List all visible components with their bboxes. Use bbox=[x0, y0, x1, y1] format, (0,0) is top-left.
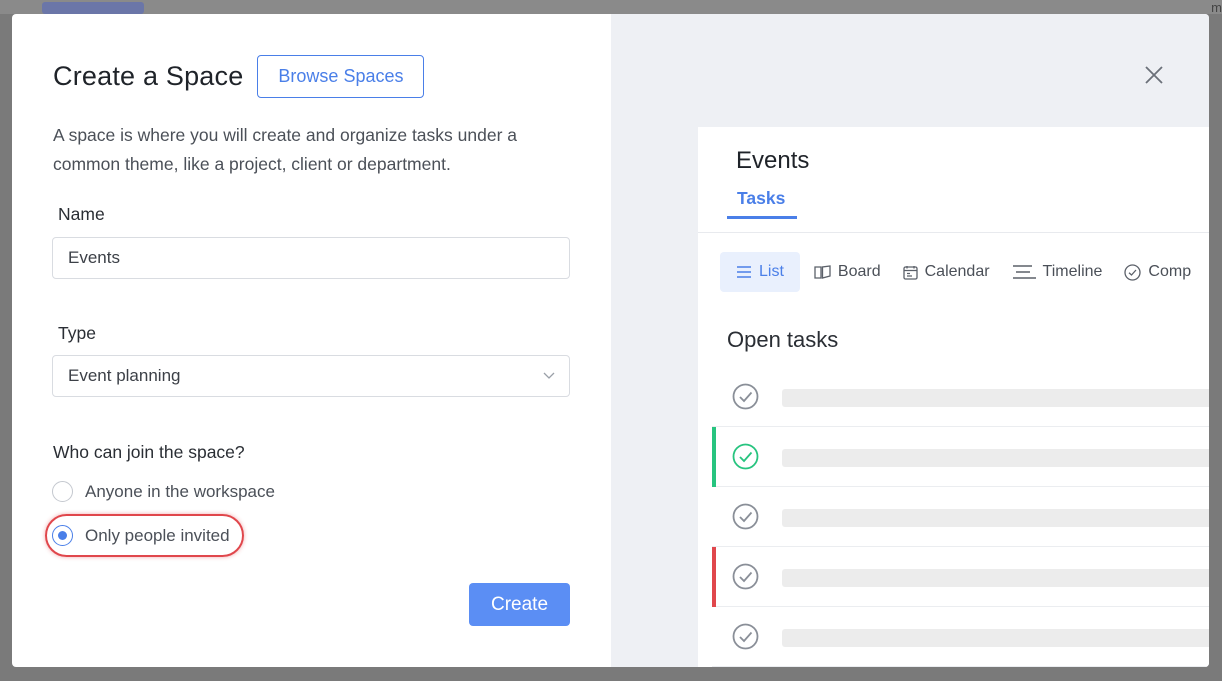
task-check-icon bbox=[732, 623, 759, 650]
preview-divider bbox=[698, 232, 1209, 233]
backdrop-chip bbox=[42, 2, 144, 14]
browse-spaces-button[interactable]: Browse Spaces bbox=[257, 55, 425, 98]
type-select-value: Event planning bbox=[68, 366, 181, 385]
preview-space-name: Events bbox=[736, 147, 810, 174]
task-row bbox=[712, 427, 1209, 487]
view-calendar: Calendar bbox=[902, 263, 990, 281]
radio-anyone-label: Anyone in the workspace bbox=[85, 481, 275, 501]
radio-only-invited-circle[interactable] bbox=[52, 525, 73, 546]
name-field-value: Events bbox=[68, 248, 120, 267]
space-preview: Events Tasks List Board Calendar Timelin… bbox=[698, 127, 1209, 667]
view-timeline-label: Timeline bbox=[1042, 263, 1103, 280]
task-status-bar bbox=[712, 547, 716, 607]
task-placeholder-line bbox=[782, 629, 1209, 647]
view-timeline: Timeline bbox=[1012, 263, 1103, 281]
type-select[interactable]: Event planning bbox=[52, 355, 570, 397]
view-complete: Comp bbox=[1124, 263, 1191, 281]
chevron-down-icon bbox=[543, 372, 555, 379]
task-row bbox=[712, 487, 1209, 547]
name-label: Name bbox=[58, 204, 105, 224]
task-placeholder-line bbox=[782, 569, 1209, 587]
task-check-icon bbox=[732, 503, 759, 530]
radio-only-invited-label: Only people invited bbox=[85, 525, 230, 545]
open-tasks-heading: Open tasks bbox=[727, 327, 839, 352]
backdrop: m bbox=[0, 0, 1222, 15]
task-row bbox=[712, 607, 1209, 667]
task-row bbox=[712, 367, 1209, 427]
preview-tab-tasks: Tasks bbox=[737, 188, 786, 208]
view-complete-label: Comp bbox=[1148, 263, 1192, 280]
close-icon[interactable] bbox=[1143, 64, 1165, 86]
view-switcher: List Board Calendar Timeline Comp bbox=[720, 252, 1209, 292]
radio-anyone-circle[interactable] bbox=[52, 481, 73, 502]
name-field[interactable]: Events bbox=[52, 237, 570, 279]
task-placeholder-line bbox=[782, 449, 1209, 467]
calendar-icon bbox=[902, 265, 918, 280]
radio-anyone-in-workspace[interactable]: Anyone in the workspace bbox=[52, 481, 275, 502]
view-board-label: Board bbox=[837, 263, 881, 280]
radio-only-invited[interactable]: Only people invited bbox=[52, 525, 230, 546]
join-question: Who can join the space? bbox=[53, 442, 245, 462]
create-button[interactable]: Create bbox=[469, 583, 570, 626]
task-placeholder-line bbox=[782, 389, 1209, 407]
dialog-title: Create a Space bbox=[53, 61, 244, 91]
type-label: Type bbox=[58, 323, 96, 343]
form-panel: Create a Space Browse Spaces A space is … bbox=[12, 14, 611, 667]
title-row: Create a Space Browse Spaces bbox=[53, 55, 425, 98]
view-calendar-label: Calendar bbox=[924, 263, 990, 280]
task-check-icon bbox=[732, 563, 759, 590]
dialog-description: A space is where you will create and org… bbox=[53, 125, 518, 174]
tab-underline bbox=[727, 216, 797, 219]
check-circle-icon bbox=[1124, 263, 1142, 281]
backdrop-text: m bbox=[1211, 0, 1222, 15]
task-placeholder-line bbox=[782, 509, 1209, 527]
task-status-bar bbox=[712, 427, 716, 487]
timeline-icon bbox=[1012, 265, 1036, 279]
view-list: List bbox=[720, 252, 800, 292]
task-check-icon bbox=[732, 383, 759, 410]
board-icon bbox=[814, 264, 831, 279]
task-row bbox=[712, 547, 1209, 607]
list-icon bbox=[737, 266, 751, 278]
view-board: Board bbox=[814, 263, 881, 281]
preview-panel: Events Tasks List Board Calendar Timelin… bbox=[611, 14, 1209, 667]
view-list-label: List bbox=[759, 263, 784, 280]
create-space-modal: Create a Space Browse Spaces A space is … bbox=[12, 14, 1209, 667]
task-check-icon bbox=[732, 443, 759, 470]
